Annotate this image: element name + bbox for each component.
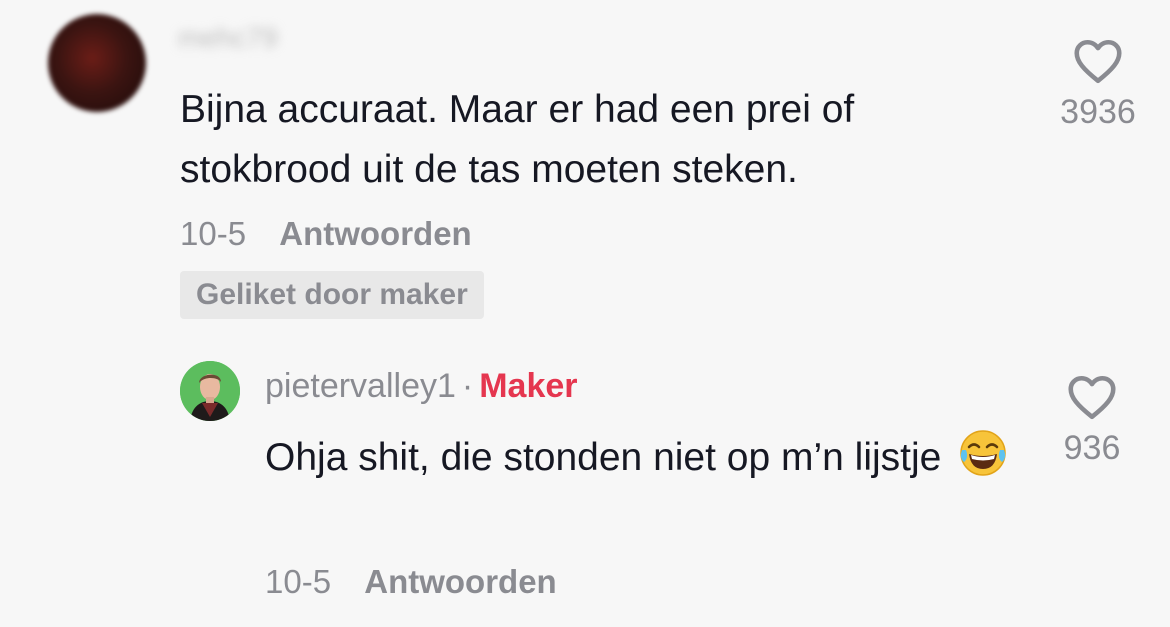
heart-outline-icon[interactable] <box>1067 374 1117 420</box>
comment-like-count: 3936 <box>1060 93 1136 131</box>
reply-avatar-portrait <box>180 361 240 421</box>
comment-avatar[interactable] <box>48 14 146 112</box>
reply-reply-button[interactable]: Antwoorden <box>364 563 556 600</box>
comment-meta: 10-5 Antwoorden <box>180 212 472 256</box>
reply-header: pietervalley1 · Maker <box>265 364 578 408</box>
heart-outline-icon[interactable] <box>1073 38 1123 84</box>
reply-like-count: 936 <box>1063 429 1121 467</box>
reply-separator: · <box>461 367 474 405</box>
reply-avatar[interactable] <box>180 361 240 421</box>
reply-date: 10-5 <box>265 563 332 600</box>
reply-meta: 10-5 Antwoorden <box>265 560 557 604</box>
comment-date: 10-5 <box>180 215 247 252</box>
face-with-tears-of-joy-emoji <box>958 428 1008 496</box>
reply-text: Ohja shit, die stonden niet op m’n lijst… <box>265 436 942 479</box>
comment-like-column: 3936 <box>1038 38 1158 132</box>
maker-badge: Maker <box>479 367 578 405</box>
comment-text: Bijna accuraat. Maar er had een prei of … <box>180 88 855 191</box>
reply-text-block: Ohja shit, die stonden niet op m’n lijst… <box>265 428 1035 496</box>
comment-reply-button[interactable]: Antwoorden <box>279 215 471 252</box>
reply-username[interactable]: pietervalley1 <box>265 367 456 405</box>
comment-username[interactable]: mehc79 <box>178 22 278 54</box>
reply-like-column: 936 <box>1032 374 1152 468</box>
liked-by-creator-badge: Geliket door maker <box>180 271 484 319</box>
